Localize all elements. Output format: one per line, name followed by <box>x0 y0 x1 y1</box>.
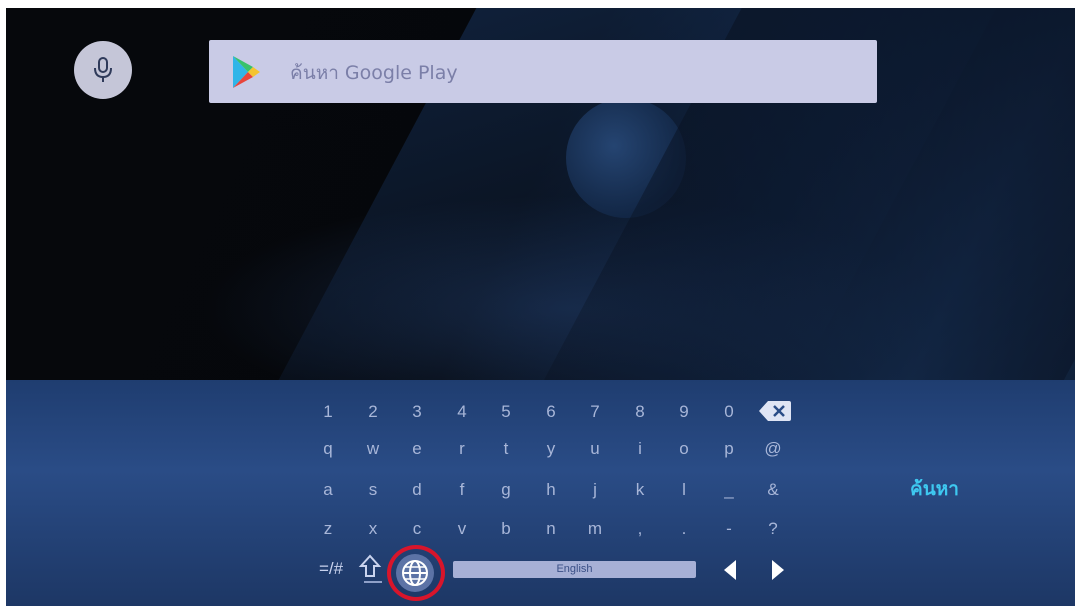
keyboard-key[interactable]: v <box>447 514 477 544</box>
keyboard-key[interactable]: - <box>714 514 744 544</box>
keyboard-key[interactable]: k <box>625 475 655 505</box>
keyboard-key[interactable]: b <box>491 514 521 544</box>
keyboard-key[interactable]: i <box>625 434 655 464</box>
mic-icon <box>94 57 112 82</box>
keyboard-key[interactable]: 1 <box>313 397 343 427</box>
keyboard-key[interactable]: 3 <box>402 397 432 427</box>
keyboard-key[interactable]: j <box>580 475 610 505</box>
keyboard-key[interactable]: m <box>580 514 610 544</box>
keyboard-key[interactable]: 0 <box>714 397 744 427</box>
keyboard-key[interactable]: x <box>358 514 388 544</box>
keyboard-key[interactable]: l <box>669 475 699 505</box>
on-screen-keyboard: 1 2 3 4 5 6 7 8 9 0 q w e r t y u i o p @ a s d f g h j k l _ & z x c v b n m,… <box>6 380 1075 606</box>
search-placeholder: ค้นหา Google Play <box>290 62 458 84</box>
keyboard-key[interactable]: ? <box>758 514 788 544</box>
backspace-icon[interactable] <box>758 400 792 422</box>
keyboard-key[interactable]: o <box>669 434 699 464</box>
keyboard-key[interactable]: u <box>580 434 610 464</box>
keyboard-key[interactable]: 9 <box>669 397 699 427</box>
keyboard-key[interactable]: a <box>313 475 343 505</box>
keyboard-key[interactable]: d <box>402 475 432 505</box>
keyboard-key[interactable]: c <box>402 514 432 544</box>
keyboard-key[interactable]: 7 <box>580 397 610 427</box>
shift-icon[interactable] <box>358 552 382 582</box>
right-arrow-icon[interactable] <box>770 558 786 582</box>
keyboard-key[interactable]: n <box>536 514 566 544</box>
keyboard-key[interactable]: 2 <box>358 397 388 427</box>
keyboard-key[interactable]: 5 <box>491 397 521 427</box>
keyboard-key[interactable]: w <box>358 434 388 464</box>
keyboard-key[interactable]: g <box>491 475 521 505</box>
keyboard-key[interactable]: . <box>669 514 699 544</box>
keyboard-key[interactable]: @ <box>758 434 788 464</box>
keyboard-key[interactable]: , <box>625 514 655 544</box>
keyboard-key[interactable]: r <box>447 434 477 464</box>
keyboard-key[interactable]: s <box>358 475 388 505</box>
shift-indicator <box>364 581 382 583</box>
keyboard-key[interactable]: 6 <box>536 397 566 427</box>
keyboard-key[interactable]: 8 <box>625 397 655 427</box>
keyboard-key[interactable]: h <box>536 475 566 505</box>
search-action-button[interactable]: ค้นหา <box>910 474 959 504</box>
keyboard-key[interactable]: _ <box>714 475 744 505</box>
keyboard-key[interactable]: e <box>402 434 432 464</box>
voice-search-button[interactable] <box>74 41 132 99</box>
space-bar[interactable]: English <box>453 561 696 578</box>
keyboard-key[interactable]: & <box>758 475 788 505</box>
tv-screen: ค้นหา Google Play 1 2 3 4 5 6 7 8 9 0 q w e r t y u i o p @ a… <box>6 8 1075 606</box>
google-play-icon <box>233 56 260 88</box>
keyboard-key[interactable]: 4 <box>447 397 477 427</box>
keyboard-key[interactable]: p <box>714 434 744 464</box>
symbols-key[interactable]: =/# <box>309 554 353 584</box>
keyboard-key[interactable]: y <box>536 434 566 464</box>
highlight-ring <box>387 545 445 601</box>
keyboard-key[interactable]: f <box>447 475 477 505</box>
keyboard-key[interactable]: z <box>313 514 343 544</box>
left-arrow-icon[interactable] <box>722 558 738 582</box>
keyboard-key[interactable]: q <box>313 434 343 464</box>
keyboard-key[interactable]: t <box>491 434 521 464</box>
search-bar[interactable]: ค้นหา Google Play <box>209 40 877 103</box>
